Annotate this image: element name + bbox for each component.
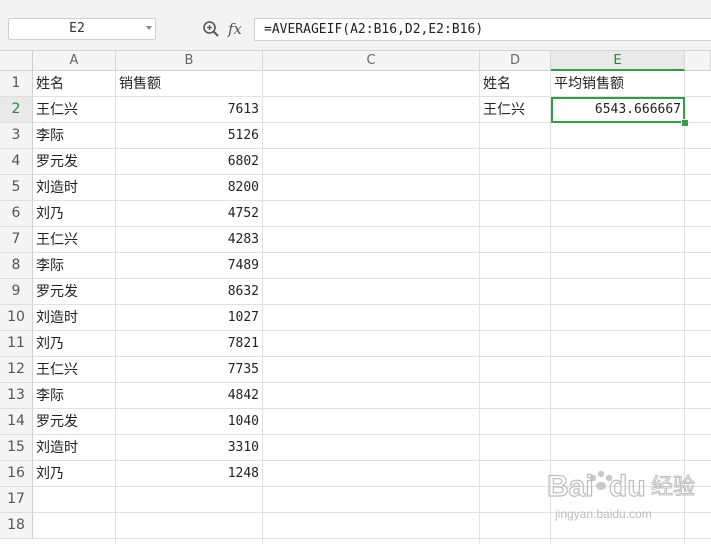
cell-B12[interactable]: 7735 xyxy=(116,357,262,383)
row-header-2[interactable]: 2 xyxy=(0,97,33,123)
baidu-jingyan-watermark: Bai du 经验 jingyan.baidu.com xyxy=(546,469,695,521)
cell-A6[interactable]: 刘乃 xyxy=(33,201,115,227)
cell-A1[interactable]: 姓名 xyxy=(33,71,115,97)
cell-A4[interactable]: 罗元发 xyxy=(33,149,115,175)
row-header-9[interactable]: 9 xyxy=(0,279,33,305)
cell-D2[interactable]: 王仁兴 xyxy=(480,97,550,123)
select-all-corner[interactable] xyxy=(0,51,33,71)
gridline-vertical xyxy=(479,71,480,544)
cell-A8[interactable]: 李际 xyxy=(33,253,115,279)
column-header-empty xyxy=(685,51,711,71)
cell-B2[interactable]: 7613 xyxy=(116,97,262,123)
cell-B13[interactable]: 4842 xyxy=(116,383,262,409)
formula-input[interactable]: =AVERAGEIF(A2:B16,D2,E2:B16) xyxy=(254,18,711,41)
svg-text:jingyan.baidu.com: jingyan.baidu.com xyxy=(554,507,652,521)
column-header-C[interactable]: C xyxy=(263,51,480,71)
cell-B9[interactable]: 8632 xyxy=(116,279,262,305)
cell-B16[interactable]: 1248 xyxy=(116,461,262,487)
row-header-10[interactable]: 10 xyxy=(0,305,33,331)
svg-text:经验: 经验 xyxy=(651,475,695,500)
cell-A7[interactable]: 王仁兴 xyxy=(33,227,115,253)
cell-A10[interactable]: 刘造时 xyxy=(33,305,115,331)
row-header-17[interactable]: 17 xyxy=(0,487,33,513)
row-header-1[interactable]: 1 xyxy=(0,71,33,97)
cell-A3[interactable]: 李际 xyxy=(33,123,115,149)
column-header-E[interactable]: E xyxy=(551,51,685,71)
row-header-5[interactable]: 5 xyxy=(0,175,33,201)
cell-B7[interactable]: 4283 xyxy=(116,227,262,253)
cell-B11[interactable]: 7821 xyxy=(116,331,262,357)
cell-B6[interactable]: 4752 xyxy=(116,201,262,227)
cell-A14[interactable]: 罗元发 xyxy=(33,409,115,435)
active-cell-border xyxy=(551,97,685,123)
cell-B3[interactable]: 5126 xyxy=(116,123,262,149)
insert-function-icon[interactable]: fx xyxy=(228,20,242,38)
cell-A9[interactable]: 罗元发 xyxy=(33,279,115,305)
cell-B1[interactable]: 销售额 xyxy=(116,71,262,97)
cell-B8[interactable]: 7489 xyxy=(116,253,262,279)
name-box-value: E2 xyxy=(69,21,85,36)
cell-A5[interactable]: 刘造时 xyxy=(33,175,115,201)
row-header-8[interactable]: 8 xyxy=(0,253,33,279)
cell-B14[interactable]: 1040 xyxy=(116,409,262,435)
row-header-4[interactable]: 4 xyxy=(0,149,33,175)
cell-B15[interactable]: 3310 xyxy=(116,435,262,461)
cell-A2[interactable]: 王仁兴 xyxy=(33,97,115,123)
name-box[interactable]: E2 xyxy=(8,18,156,40)
cell-D1[interactable]: 姓名 xyxy=(480,71,550,97)
cell-B4[interactable]: 6802 xyxy=(116,149,262,175)
svg-text:Bai: Bai xyxy=(547,470,594,503)
row-header-3[interactable]: 3 xyxy=(0,123,33,149)
row-header-18[interactable]: 18 xyxy=(0,513,33,539)
cell-A15[interactable]: 刘造时 xyxy=(33,435,115,461)
chevron-down-icon[interactable] xyxy=(146,26,152,30)
cell-E1[interactable]: 平均销售额 xyxy=(551,71,684,97)
cell-A12[interactable]: 王仁兴 xyxy=(33,357,115,383)
column-header-D[interactable]: D xyxy=(480,51,551,71)
row-header-7[interactable]: 7 xyxy=(0,227,33,253)
row-header-12[interactable]: 12 xyxy=(0,357,33,383)
column-header-A[interactable]: A xyxy=(33,51,116,71)
gridline-horizontal xyxy=(33,538,711,539)
cell-A11[interactable]: 刘乃 xyxy=(33,331,115,357)
row-header-13[interactable]: 13 xyxy=(0,383,33,409)
cell-A13[interactable]: 李际 xyxy=(33,383,115,409)
row-header-14[interactable]: 14 xyxy=(0,409,33,435)
zoom-icon[interactable] xyxy=(202,20,220,38)
formula-bar: E2 fx =AVERAGEIF(A2:B16,D2,E2:B16) xyxy=(0,8,711,51)
cell-A16[interactable]: 刘乃 xyxy=(33,461,115,487)
row-header-11[interactable]: 11 xyxy=(0,331,33,357)
svg-text:du: du xyxy=(609,470,646,503)
cell-B5[interactable]: 8200 xyxy=(116,175,262,201)
cell-B10[interactable]: 1027 xyxy=(116,305,262,331)
row-header-16[interactable]: 16 xyxy=(0,461,33,487)
gridline-vertical xyxy=(262,71,263,544)
row-header-15[interactable]: 15 xyxy=(0,435,33,461)
fill-handle[interactable] xyxy=(681,119,689,127)
row-header-6[interactable]: 6 xyxy=(0,201,33,227)
column-header-B[interactable]: B xyxy=(116,51,263,71)
